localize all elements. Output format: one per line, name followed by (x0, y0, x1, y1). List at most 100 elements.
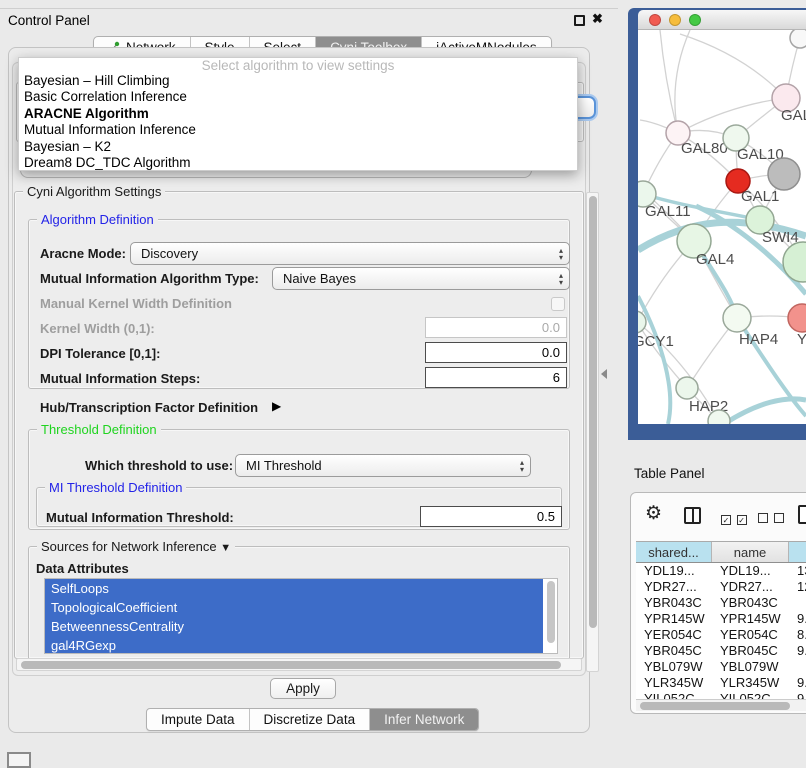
settings-hscrollbar[interactable] (16, 658, 582, 671)
mi-threshold-field[interactable]: 0.5 (420, 506, 562, 527)
table-row[interactable]: YBL079WYBL079W (636, 659, 806, 675)
dpi-tolerance-label: DPI Tolerance [0,1]: (40, 346, 160, 361)
settings-vscrollbar[interactable] (586, 192, 599, 672)
network-node[interactable] (723, 304, 751, 332)
table-cell: 9. (789, 643, 806, 659)
close-panel-icon[interactable]: ✖ (592, 11, 603, 27)
table-row[interactable]: YDL19...YDL19...13 (636, 563, 806, 579)
threshold-definition-title: Threshold Definition (37, 422, 161, 437)
table-cell (789, 659, 806, 675)
settings-group-title: Cyni Algorithm Settings (23, 184, 165, 199)
panel-title: Control Panel (8, 13, 90, 28)
tab-discretize-data[interactable]: Discretize Data (249, 709, 370, 730)
kernel-width-label: Kernel Width (0,1): (40, 321, 155, 336)
dpi-tolerance-field[interactable]: 0.0 (425, 342, 567, 363)
manual-kernel-checkbox[interactable] (551, 297, 565, 311)
select-all-checkboxes-icon[interactable]: ✓ ✓ (721, 511, 747, 526)
mi-steps-field[interactable]: 6 (425, 367, 567, 388)
network-node-label: SWI4 (762, 229, 799, 246)
network-canvas[interactable]: GALGAL80GAL10GAL1GAL11SWI4GAL4GCY1HAP4YH… (638, 30, 806, 424)
tab-infer-network[interactable]: Infer Network (369, 709, 478, 730)
mi-type-label: Mutual Information Algorithm Type: (40, 271, 259, 286)
algorithm-option[interactable]: Basic Correlation Inference (19, 89, 577, 105)
table-cell: YBR045C (636, 643, 712, 659)
table-row[interactable]: YBR043CYBR043C (636, 595, 806, 611)
combo-arrows-icon: ▴▾ (520, 455, 524, 476)
table-row[interactable]: YDR27...YDR27...12 (636, 579, 806, 595)
network-node-label: GAL1 (741, 188, 779, 205)
sources-title: Sources for Network Inference ▼ (37, 539, 235, 554)
network-node-label: HAP4 (739, 331, 778, 348)
table-cell: 13 (789, 563, 806, 579)
table-cell: YER054C (712, 627, 789, 643)
data-attribute-item[interactable]: SelfLoops (45, 579, 543, 598)
algorithm-list: Bayesian – Hill ClimbingBasic Correlatio… (19, 73, 577, 171)
table-row[interactable]: YIL052CYIL052C9 (636, 691, 806, 699)
table-cell: YPR145W (636, 611, 712, 627)
mi-threshold-label: Mutual Information Threshold: (46, 510, 234, 525)
table-cell: YLR345W (712, 675, 789, 691)
data-attribute-item[interactable]: TopologicalCoefficient (45, 598, 543, 617)
expand-arrow-icon[interactable]: ▶ (272, 399, 281, 413)
network-window-titlebar[interactable] (638, 10, 806, 30)
data-attributes-list[interactable]: SelfLoopsTopologicalCoefficientBetweenne… (44, 578, 558, 654)
tab-impute-data[interactable]: Impute Data (147, 709, 249, 730)
algorithm-dropdown-popup: Select algorithm to view settings Bayesi… (18, 57, 578, 171)
network-node[interactable] (676, 377, 698, 399)
splitter-handle-icon[interactable] (601, 369, 607, 379)
column-header[interactable]: name (712, 542, 789, 562)
table-hscrollbar[interactable] (636, 699, 806, 711)
cyni-mode-tabs: Impute DataDiscretize DataInfer Network (146, 708, 479, 731)
table-cell: YBR043C (636, 595, 712, 611)
network-node[interactable] (790, 30, 806, 48)
algorithm-placeholder: Select algorithm to view settings (19, 58, 577, 73)
table-cell: YIL052C (636, 691, 712, 699)
table-row[interactable]: YPR145WYPR145W9. (636, 611, 806, 627)
table-cell: 9. (789, 675, 806, 691)
which-threshold-label: Which threshold to use: (85, 458, 233, 473)
collapse-arrow-icon[interactable]: ▼ (220, 542, 231, 554)
split-columns-icon[interactable] (684, 507, 701, 524)
data-attribute-item[interactable]: BetweennessCentrality (45, 617, 543, 636)
minimized-panel-icon[interactable] (7, 752, 31, 768)
gear-icon[interactable]: ⚙ (645, 504, 662, 523)
network-node[interactable] (783, 242, 806, 282)
table-cell: YLR345W (636, 675, 712, 691)
new-table-icon[interactable] (798, 505, 806, 524)
mi-type-combo[interactable]: Naive Bayes ▴▾ (272, 267, 570, 290)
manual-kernel-label: Manual Kernel Width Definition (40, 296, 232, 311)
table-row[interactable]: YER054CYER054C8. (636, 627, 806, 643)
table-cell: YDL19... (636, 563, 712, 579)
network-node-label: GAL (781, 107, 806, 124)
algorithm-definition-title: Algorithm Definition (37, 212, 158, 227)
algorithm-option[interactable]: ARACNE Algorithm (19, 106, 577, 122)
aracne-mode-combo[interactable]: Discovery ▴▾ (130, 242, 570, 265)
kernel-width-field: 0.0 (425, 317, 567, 338)
zoom-window-icon[interactable] (689, 14, 701, 26)
network-node[interactable] (768, 158, 800, 190)
algorithm-option[interactable]: Mutual Information Inference (19, 122, 577, 138)
apply-button[interactable]: Apply (270, 678, 336, 699)
deselect-checkboxes-icon[interactable] (758, 511, 784, 526)
hub-section-label[interactable]: Hub/Transcription Factor Definition (40, 400, 258, 415)
algorithm-option[interactable]: Dream8 DC_TDC Algorithm (19, 155, 577, 171)
table-cell (789, 595, 806, 611)
close-window-icon[interactable] (649, 14, 661, 26)
table-panel-window: ⚙ ✓ ✓ shared...name YDL19...YDL19...13YD… (630, 492, 806, 714)
column-header[interactable]: shared... (636, 542, 712, 562)
algorithm-option[interactable]: Bayesian – Hill Climbing (19, 73, 577, 89)
data-attribute-item[interactable]: gal4RGexp (45, 636, 543, 654)
which-threshold-combo[interactable]: MI Threshold ▴▾ (235, 454, 531, 477)
table-row[interactable]: YBR045CYBR045C9. (636, 643, 806, 659)
table-cell: YPR145W (712, 611, 789, 627)
float-panel-icon[interactable] (574, 15, 585, 26)
network-node[interactable] (788, 304, 806, 332)
table-cell: YBL079W (636, 659, 712, 675)
algorithm-option[interactable]: Bayesian – K2 (19, 139, 577, 155)
table-row[interactable]: YLR345WYLR345W9. (636, 675, 806, 691)
column-header[interactable] (789, 542, 806, 562)
table-cell: YDL19... (712, 563, 789, 579)
attributes-vscrollbar[interactable] (545, 579, 557, 653)
minimize-window-icon[interactable] (669, 14, 681, 26)
network-node-label: GAL11 (645, 203, 691, 220)
